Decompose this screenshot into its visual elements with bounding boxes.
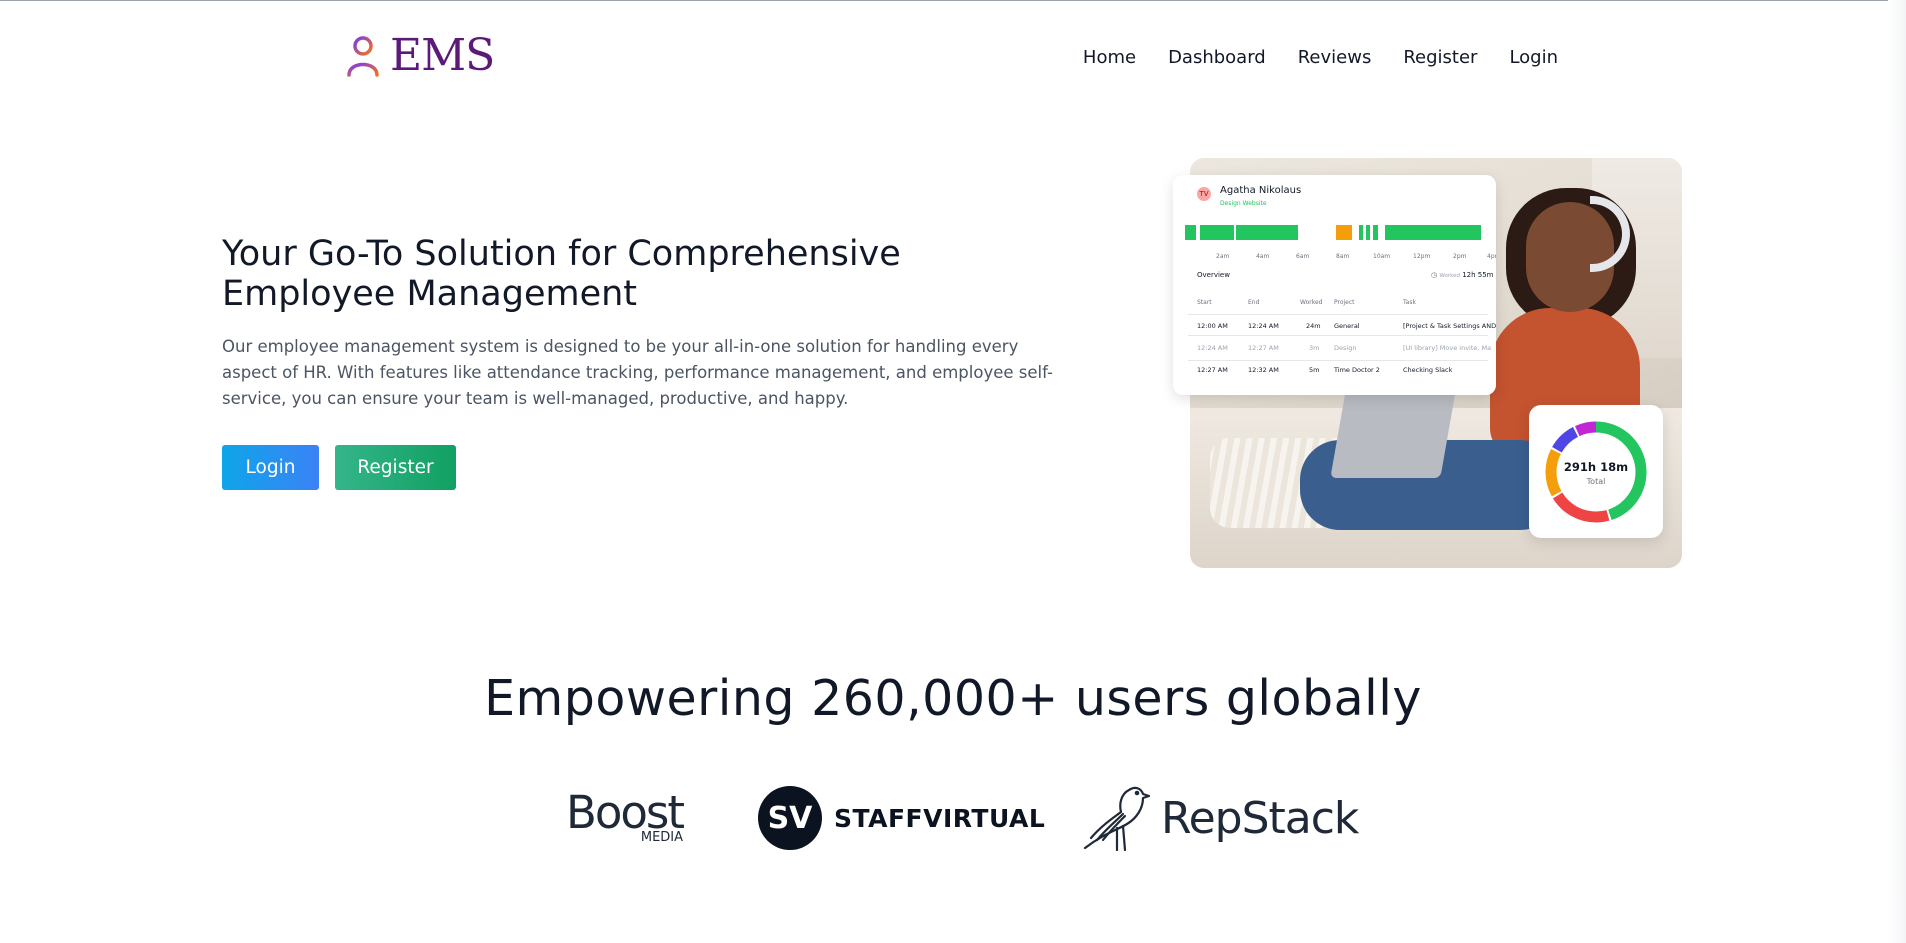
column-header: Project <box>1334 299 1355 306</box>
table-cell: Time Doctor 2 <box>1334 366 1380 374</box>
timeline-bar <box>1236 225 1298 240</box>
time-tick: 4pm <box>1487 253 1496 260</box>
table-cell: 12:32 AM <box>1248 366 1279 374</box>
top-border <box>0 0 1906 1</box>
total-time-card: 291h 18m Total <box>1529 405 1663 538</box>
column-header: Worked <box>1300 299 1323 306</box>
brand-name: EMS <box>390 30 495 81</box>
timeline-bar <box>1385 225 1481 240</box>
hero-description: Our employee management system is design… <box>222 337 1053 408</box>
time-tick: 2am <box>1216 253 1230 260</box>
repstack-wordmark: RepStack <box>1161 792 1359 844</box>
staffvirtual-wordmark: STAFFVIRTUAL <box>834 803 1046 833</box>
timeline-bar <box>1373 225 1378 240</box>
repstack-logo: RepStack <box>1077 778 1359 858</box>
login-button[interactable]: Login <box>222 445 319 490</box>
bird-icon <box>1083 786 1151 852</box>
avatar: TV <box>1197 187 1211 201</box>
register-button[interactable]: Register <box>335 445 456 490</box>
brand-logo[interactable]: EMS <box>346 30 495 81</box>
total-time-value: 291h 18m <box>1563 460 1629 474</box>
column-header: Task <box>1403 299 1416 306</box>
time-tick: 12pm <box>1413 253 1431 260</box>
table-cell: 3m <box>1309 344 1320 352</box>
column-header: End <box>1248 299 1260 306</box>
time-tick: 6am <box>1296 253 1310 260</box>
timeline-bar <box>1359 225 1363 240</box>
table-cell: General <box>1334 322 1360 330</box>
person-icon <box>347 36 379 77</box>
table-cell: 12:00 AM <box>1197 322 1228 330</box>
time-tick: 10am <box>1373 253 1391 260</box>
staffvirtual-logo: SV STAFFVIRTUAL <box>758 786 1045 850</box>
nav-register[interactable]: Register <box>1403 47 1477 68</box>
table-cell: [Project & Task Settings AND <box>1403 322 1496 330</box>
scrollbar-track[interactable] <box>1888 0 1906 943</box>
time-tick: 8am <box>1336 253 1350 260</box>
timeline-bar <box>1336 225 1352 240</box>
time-tick: 4am <box>1256 253 1270 260</box>
time-tick: 2pm <box>1453 253 1467 260</box>
boost-sub: MEDIA <box>640 830 684 845</box>
hero-title: Your Go-To Solution for Comprehensive Em… <box>222 234 901 314</box>
table-cell: 12:27 AM <box>1197 366 1228 374</box>
nav-dashboard[interactable]: Dashboard <box>1168 47 1266 68</box>
timeline-bar <box>1200 225 1234 240</box>
table-cell: 12:24 AM <box>1248 322 1279 330</box>
total-time-label: Total <box>1586 477 1606 486</box>
social-proof-title: Empowering 260,000+ users globally <box>484 670 1422 727</box>
timesheet-card: TV Agatha Nikolaus Design Website 2am 4a… <box>1173 175 1496 395</box>
worked-summary: ◷ Worked 12h 55m <box>1431 271 1494 279</box>
table-cell: 12:24 AM <box>1197 344 1228 352</box>
sv-mark: SV <box>758 786 822 850</box>
boost-media-logo: Boost MEDIA <box>566 786 685 845</box>
table-cell: 5m <box>1309 366 1320 374</box>
main-nav: Home Dashboard Reviews Register Login <box>1083 47 1558 68</box>
timeline-bar <box>1366 225 1370 240</box>
clock-icon: ◷ <box>1431 271 1438 279</box>
table-cell: [UI library] Move invite, Ma <box>1403 344 1492 352</box>
table-cell: Checking Slack <box>1403 366 1453 374</box>
nav-home[interactable]: Home <box>1083 47 1136 68</box>
table-cell: 12:27 AM <box>1248 344 1279 352</box>
overview-label: Overview <box>1197 271 1230 279</box>
employee-project: Design Website <box>1220 200 1267 207</box>
employee-name: Agatha Nikolaus <box>1220 185 1302 196</box>
timeline-bar <box>1185 225 1196 240</box>
boost-wordmark: Boost <box>566 786 685 839</box>
nav-login[interactable]: Login <box>1509 47 1558 68</box>
nav-reviews[interactable]: Reviews <box>1298 47 1372 68</box>
column-header: Start <box>1197 299 1212 306</box>
table-cell: Design <box>1334 344 1357 352</box>
table-cell: 24m <box>1306 322 1321 330</box>
